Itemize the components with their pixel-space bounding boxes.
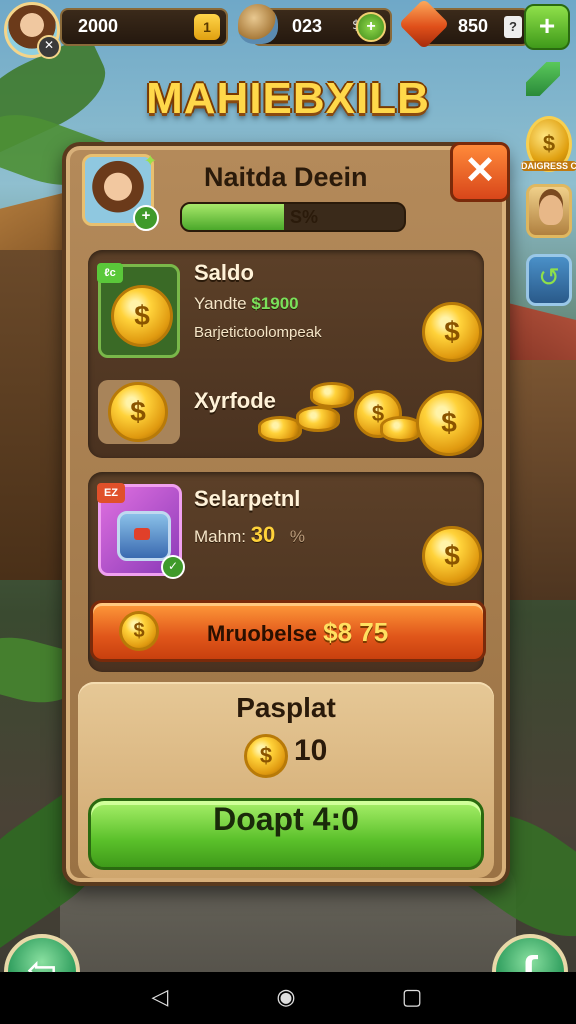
character-button[interactable] <box>526 184 572 238</box>
refresh-map-icon[interactable] <box>526 254 572 306</box>
coin-icon: $ <box>108 382 168 442</box>
progress-text: S% <box>290 207 319 227</box>
food-counter[interactable]: 023 $ + <box>238 4 392 46</box>
payout-amount: 10 <box>294 734 328 767</box>
offer-subtitle: Xyrfode <box>194 388 276 413</box>
nav-back-icon[interactable]: ◁ <box>146 984 174 1012</box>
merchant-name: Naitda Deein <box>204 162 368 192</box>
gold-counter[interactable]: 2000 1 <box>60 8 228 46</box>
progress-bar: S% <box>180 202 406 232</box>
coin-bonus-label: DAIGRESS C <box>521 161 576 171</box>
top-hud: 2000 1 ✕ 023 $ + 850 ? + <box>0 0 576 60</box>
buy-button[interactable]: $ Mruobelse $8 75 <box>90 600 486 662</box>
gem-counter[interactable]: 850 ? <box>398 0 530 50</box>
coin-icon: $ <box>244 734 288 778</box>
android-nav-bar: ◁ ◉ ▢ <box>0 972 576 1024</box>
nav-home-icon[interactable]: ◉ <box>272 984 300 1012</box>
offer-title: Selarpetnl <box>194 486 301 511</box>
gem-value: 850 <box>458 16 489 36</box>
food-add-button[interactable]: + <box>356 12 386 42</box>
progress-fill <box>182 204 285 230</box>
coin-icon: $ <box>416 390 482 456</box>
stat-value: 30 <box>250 522 276 547</box>
offer-item-slot: $ <box>98 380 180 444</box>
ruby-gem-icon <box>398 0 450 50</box>
offer-description: Barjetictoolompeak <box>194 324 322 341</box>
item-tag: EZ <box>97 483 125 503</box>
offer-stat-row: Mahm: 30 % <box>194 522 305 548</box>
item-tag: ℓc <box>97 263 123 283</box>
close-button[interactable]: ✕ <box>450 142 510 202</box>
payout-title: Pasplat <box>236 692 336 723</box>
buy-label-row: Mruobelse $8 75 <box>207 617 388 648</box>
payout-section: Pasplat $ 10 Doapt 4:0 <box>78 682 494 878</box>
coin-symbol: $ <box>542 131 556 156</box>
food-bowl-icon <box>238 4 278 44</box>
gem-help-icon[interactable]: ? <box>504 16 522 38</box>
coin-icon: $ <box>422 526 482 586</box>
coin-pile-icon <box>310 382 354 408</box>
star-icon: ✦ <box>143 151 157 170</box>
treasure-chest-icon <box>117 511 171 561</box>
stat-label: Mahm: <box>194 527 246 546</box>
offer-card-saldo[interactable]: ℓc $ Saldo Yandte $1900 Barjetictoolompe… <box>88 250 484 458</box>
stat-suffix: % <box>289 527 306 546</box>
gold-add-button[interactable]: 1 <box>194 14 220 40</box>
chest-item-slot: EZ ✓ <box>97 483 185 579</box>
price-label: Yandte <box>194 294 247 313</box>
coin-icon: $ <box>111 285 173 347</box>
price-value: $1900 <box>251 294 299 313</box>
buy-label: Mruobelse <box>207 621 318 646</box>
shop-add-button[interactable]: + <box>524 4 570 50</box>
offer-item-slot: ℓc $ <box>97 263 180 358</box>
plus-badge-icon: + <box>133 205 159 231</box>
merchant-portrait: ✦ + <box>82 151 159 231</box>
coin-pile-icon <box>296 406 340 432</box>
nav-recent-icon[interactable]: ▢ <box>398 984 426 1012</box>
offer-price-row: Yandte $1900 <box>194 294 299 314</box>
check-icon: ✓ <box>161 555 185 579</box>
game-title: MAHIEBXILB <box>146 74 430 123</box>
gold-value: 2000 <box>78 16 119 36</box>
player-avatar[interactable]: ✕ <box>4 2 61 59</box>
trade-dialog: ✦ + Naitda Deein S% ✕ ℓc $ Saldo Yandte … <box>62 142 510 886</box>
coin-icon: $ <box>119 611 159 651</box>
settings-badge-icon[interactable]: ✕ <box>37 35 61 59</box>
coin-icon: $ <box>422 302 482 362</box>
offer-title: Saldo <box>194 260 254 285</box>
food-value: 023 <box>292 16 323 36</box>
coin-bonus-button[interactable]: $ DAIGRESS C <box>521 116 576 172</box>
accept-button[interactable]: Doapt 4:0 <box>88 798 484 870</box>
buy-price: $8 75 <box>323 617 389 647</box>
